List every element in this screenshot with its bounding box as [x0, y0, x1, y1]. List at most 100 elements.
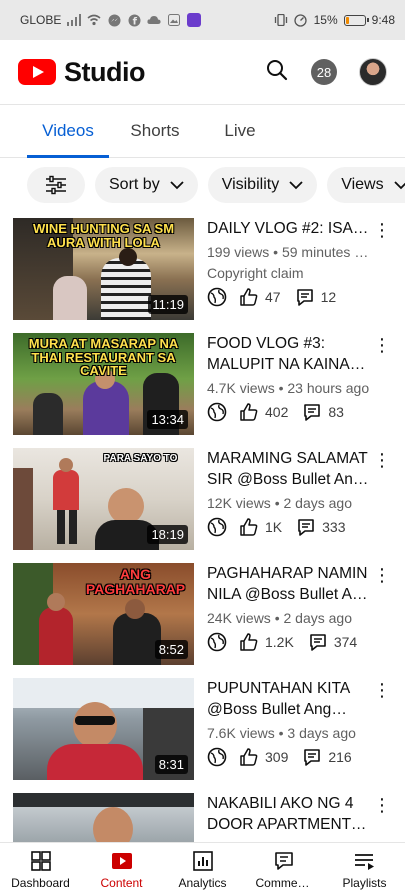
nav-dashboard[interactable]: Dashboard — [0, 843, 81, 896]
sort-by-label: Sort by — [109, 176, 160, 193]
video-views: 24K views — [207, 610, 271, 626]
video-age: 3 days ago — [287, 725, 356, 741]
list-item[interactable]: 8:31 PUPUNTAHAN KITA @Boss Bullet Ang Ba… — [0, 678, 405, 780]
video-age: 2 days ago — [283, 610, 353, 626]
comment-icon — [302, 402, 322, 422]
video-duration: 8:52 — [154, 640, 188, 659]
logo-text: Studio — [64, 56, 145, 87]
video-views: 4.7K views — [207, 380, 275, 396]
video-views: 199 views — [207, 244, 270, 260]
video-info: FOOD VLOG #3: MALUPIT NA KAINAN SA CAVIT… — [207, 333, 372, 422]
thumbs-up-icon — [239, 402, 259, 422]
video-title: PUPUNTAHAN KITA @Boss Bullet Ang Bangis — [207, 680, 350, 718]
video-duration: 8:31 — [154, 755, 188, 774]
like-count: 47 — [265, 289, 281, 305]
nav-content[interactable]: Content — [81, 843, 162, 896]
list-item[interactable]: MURA AT MASARAP NA THAI RESTAURANT SA CA… — [0, 333, 405, 435]
globe-icon — [207, 632, 227, 652]
visibility-chip[interactable]: Visibility — [207, 167, 318, 203]
views-chip[interactable]: Views — [327, 167, 405, 203]
vibrate-icon — [274, 13, 288, 27]
globe-icon — [207, 287, 227, 307]
video-duration: 11:19 — [148, 295, 188, 314]
video-thumbnail[interactable]: MURA AT MASARAP NA THAI RESTAURANT SA CA… — [13, 333, 194, 435]
list-item[interactable]: PARA SAYO TO 18:19 MARAMING SALAMAT SIR … — [0, 448, 405, 550]
comment-count: 216 — [328, 749, 352, 765]
nav-analytics[interactable]: Analytics — [162, 843, 243, 896]
video-thumbnail[interactable]: PARA SAYO TO 18:19 — [13, 448, 194, 550]
nav-label: Comments — [255, 875, 312, 890]
nav-comments[interactable]: Comments — [243, 843, 324, 896]
video-thumbnail[interactable] — [13, 793, 194, 842]
thumbnail-caption: ANG PAGHAHARAP — [85, 566, 186, 597]
more-options-icon[interactable]: ⋮ — [373, 450, 391, 470]
facebook-icon: f — [127, 13, 141, 27]
video-thumbnail[interactable]: ANG PAGHAHARAP 8:52 — [13, 563, 194, 665]
list-item[interactable]: ANG PAGHAHARAP 8:52 PAGHAHARAP NAMIN NIL… — [0, 563, 405, 665]
visibility-label: Visibility — [221, 176, 280, 193]
video-stats: 402 83 — [207, 402, 372, 422]
copyright-claim-status[interactable]: Copyright claim — [207, 265, 372, 281]
comments-icon — [274, 851, 293, 870]
video-views: 7.6K views — [207, 725, 275, 741]
video-duration: 18:19 — [147, 525, 188, 544]
more-options-icon[interactable]: ⋮ — [373, 795, 391, 815]
messenger-icon — [107, 13, 121, 27]
filter-settings-button[interactable] — [27, 167, 85, 203]
analytics-icon — [192, 850, 213, 871]
more-options-icon[interactable]: ⋮ — [373, 565, 391, 585]
video-views: 12K views — [207, 495, 271, 511]
video-duration: 13:34 — [147, 410, 188, 429]
video-thumbnail[interactable]: WINE HUNTING SA SM AURA WITH LOLA 11:19 — [13, 218, 194, 320]
list-item[interactable]: NAKABILI AKO NG 4 DOOR APARTMENT NA BAHA… — [0, 793, 405, 842]
notifications-badge[interactable]: 28 — [311, 59, 337, 85]
app-header: Studio 28 — [0, 40, 405, 104]
chevron-down-icon — [170, 180, 184, 189]
tab-live[interactable]: Live — [205, 105, 275, 157]
chevron-down-icon — [289, 180, 303, 189]
video-info: NAKABILI AKO NG 4 DOOR APARTMENT NA BAHA… — [207, 793, 372, 835]
thumbnail-caption: MURA AT MASARAP NA THAI RESTAURANT SA CA… — [28, 336, 179, 379]
thumbs-up-icon — [239, 632, 259, 652]
video-age: 2 days ago — [283, 495, 353, 511]
globe-icon — [207, 402, 227, 422]
nav-label: Dashboard — [11, 875, 70, 890]
list-item[interactable]: WINE HUNTING SA SM AURA WITH LOLA 11:19 … — [0, 218, 405, 320]
battery-percent: 15% — [313, 13, 338, 27]
video-meta: 199 views • 59 minutes ago — [207, 244, 372, 260]
thumbnail-caption: WINE HUNTING SA SM AURA WITH LOLA — [32, 221, 175, 250]
video-list: WINE HUNTING SA SM AURA WITH LOLA 11:19 … — [0, 218, 405, 842]
comment-icon — [296, 517, 316, 537]
tab-shorts[interactable]: Shorts — [115, 105, 195, 157]
video-title: PAGHAHARAP NAMIN NILA @Boss Bullet Ang B… — [207, 565, 370, 603]
data-saver-icon — [294, 13, 308, 27]
youtube-studio-logo: Studio — [18, 57, 145, 88]
nav-label: Content — [100, 875, 143, 890]
search-icon[interactable] — [265, 58, 289, 87]
video-thumbnail[interactable]: 8:31 — [13, 678, 194, 780]
status-bar: GLOBE f 15% 9:48 — [0, 0, 405, 40]
wifi-icon — [87, 13, 101, 27]
nav-playlists[interactable]: Playlists — [324, 843, 405, 896]
comment-count: 83 — [328, 404, 344, 420]
video-meta: 12K views • 2 days ago — [207, 495, 353, 511]
signal-icon — [67, 13, 82, 27]
sort-by-chip[interactable]: Sort by — [95, 167, 198, 203]
bottom-navigation: Dashboard Content Analytics Comments Pla… — [0, 842, 405, 896]
carrier-label: GLOBE — [20, 13, 62, 27]
video-title: DAILY VLOG #2: ISAMA NA SI LOLA — [207, 220, 372, 237]
comment-count: 374 — [333, 634, 358, 650]
gallery-icon — [167, 13, 181, 27]
tab-videos[interactable]: Videos — [27, 105, 109, 158]
video-stats: 1K 333 — [207, 517, 372, 537]
thumbs-up-icon — [239, 517, 259, 537]
video-meta: 7.6K views • 3 days ago — [207, 725, 356, 741]
youtube-play-icon — [18, 59, 56, 85]
globe-icon — [207, 747, 227, 767]
comment-count: 333 — [322, 519, 346, 535]
more-options-icon[interactable]: ⋮ — [373, 335, 391, 355]
more-options-icon[interactable]: ⋮ — [373, 220, 391, 240]
avatar[interactable] — [359, 58, 387, 86]
more-options-icon[interactable]: ⋮ — [373, 680, 391, 700]
clock: 9:48 — [371, 13, 395, 27]
